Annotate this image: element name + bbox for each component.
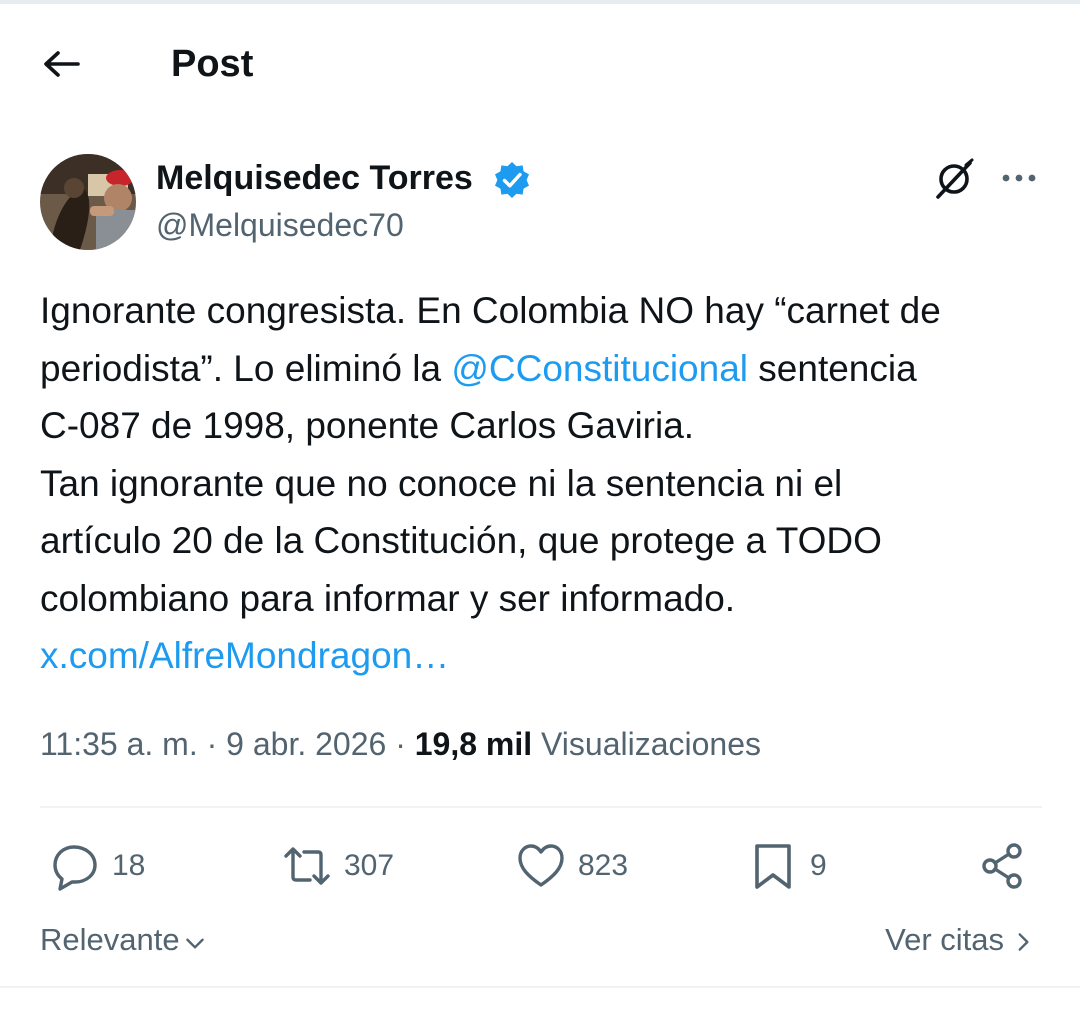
views-count: 19,8 mil	[414, 726, 533, 762]
like-icon	[518, 844, 564, 887]
post-text-segment: sentencia	[748, 347, 917, 389]
chevron-down-icon	[185, 938, 204, 949]
more-horizontal-icon	[1002, 174, 1036, 182]
header: Post	[0, 20, 1080, 104]
post-meta: 11:35 a. m. · 9 abr. 2026 · 19,8 mil Vis…	[40, 722, 761, 766]
page-title: Post	[171, 43, 254, 85]
view-quotes-link[interactable]: Ver citas	[885, 918, 1036, 962]
repost-icon	[284, 847, 330, 885]
author-name[interactable]: Melquisedec Torres	[156, 156, 473, 200]
post-date[interactable]: 9 abr. 2026	[226, 726, 386, 762]
reply-icon	[53, 845, 97, 891]
verified-badge-icon	[492, 160, 532, 200]
post-line: artículo 20 de la Constitución, que prot…	[40, 520, 882, 561]
avatar-image	[40, 154, 136, 250]
chevron-right-icon	[1018, 933, 1029, 951]
sort-replies-dropdown[interactable]: Relevante	[40, 918, 208, 962]
quotes-label: Ver citas	[885, 922, 1004, 957]
meta-separator: ·	[206, 726, 218, 762]
share-button[interactable]	[978, 838, 1028, 894]
mention-link[interactable]: @CConstitucional	[451, 348, 748, 389]
divider	[40, 806, 1042, 808]
bookmark-button[interactable]: 9	[748, 838, 827, 894]
reply-count: 18	[112, 849, 146, 882]
bookmark-count: 9	[810, 849, 827, 882]
post-line: colombiano para informar y ser informado…	[40, 577, 736, 619]
share-icon	[982, 843, 1022, 889]
divider	[0, 986, 1080, 988]
meta-separator: ·	[395, 726, 406, 762]
post-line: C-087 de 1998, ponente Carlos Gaviria.	[40, 405, 695, 446]
repost-button[interactable]: 307	[282, 838, 394, 894]
bookmark-icon	[755, 844, 791, 889]
post-time[interactable]: 11:35 a. m.	[40, 726, 198, 762]
repost-count: 307	[344, 849, 395, 882]
like-button[interactable]: 823	[516, 838, 628, 894]
top-border	[0, 0, 1080, 4]
views-label: Visualizaciones	[541, 726, 762, 762]
url-link[interactable]: x.com/AlfreMondragon…	[40, 627, 1050, 685]
like-count: 823	[578, 849, 629, 882]
grok-icon	[936, 158, 974, 199]
back-button[interactable]	[38, 40, 86, 88]
avatar[interactable]	[40, 154, 136, 250]
more-options-button[interactable]	[996, 156, 1044, 204]
post-text: Ignorante congresista. En Colombia NO ha…	[40, 282, 1050, 685]
author-handle[interactable]: @Melquisedec70	[156, 204, 404, 246]
post-line: periodista”. Lo eliminó la @CConstitucio…	[40, 340, 1050, 398]
grok-button[interactable]	[930, 156, 978, 204]
arrow-left-icon	[44, 51, 80, 77]
reply-button[interactable]: 18	[50, 838, 145, 894]
post-line: Tan ignorante que no conoce ni la senten…	[40, 462, 843, 504]
sort-label: Relevante	[40, 922, 180, 957]
post-line: Ignorante congresista. En Colombia NO ha…	[40, 290, 941, 331]
post-text-segment: periodista”. Lo eliminó la	[40, 347, 452, 389]
